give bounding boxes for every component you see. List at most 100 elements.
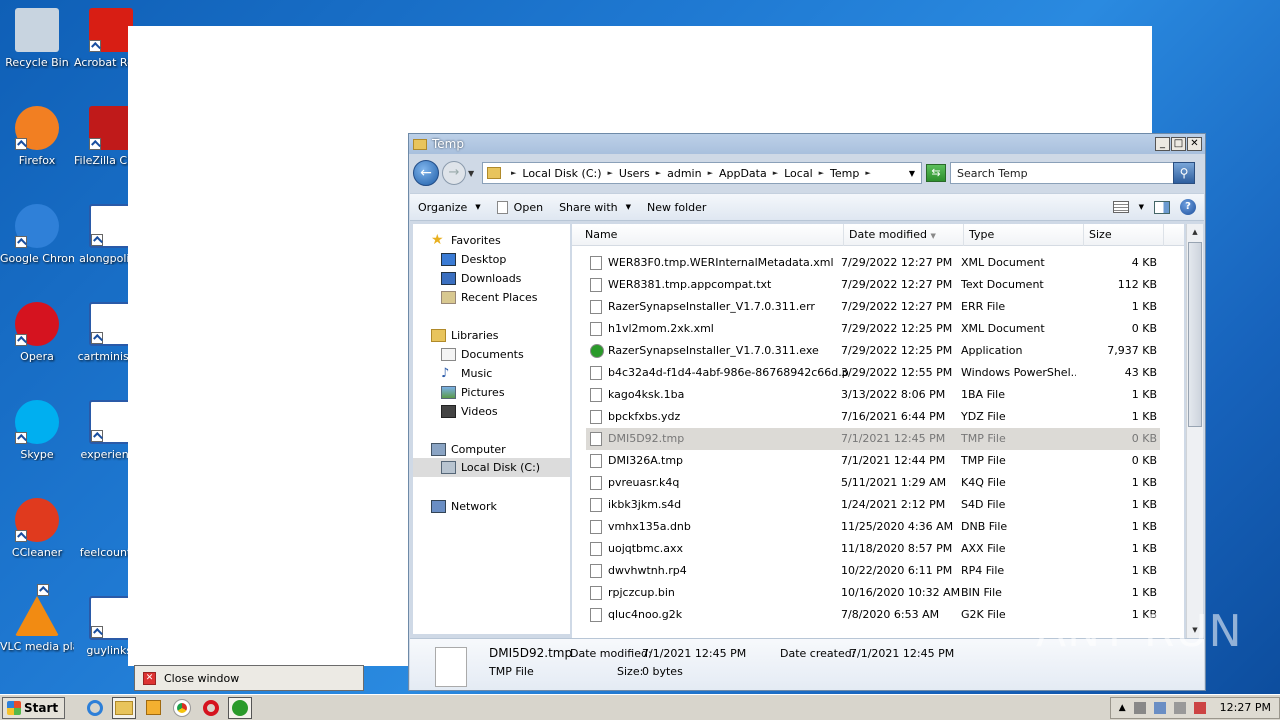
nav-music[interactable]: ♪ Music — [441, 367, 492, 380]
vertical-scrollbar[interactable]: ▲ ▼ — [1186, 224, 1203, 638]
breadcrumb-separator[interactable]: ► — [608, 169, 613, 177]
scroll-up-arrow[interactable]: ▲ — [1187, 224, 1203, 240]
nav-favorites[interactable]: ★ Favorites — [431, 233, 501, 247]
close-window-button[interactable]: ✕ Close window — [134, 665, 364, 691]
organize-button[interactable]: Organize ▼ — [410, 194, 489, 220]
nav-libraries[interactable]: Libraries — [431, 329, 499, 342]
file-row[interactable]: WER8381.tmp.appcompat.txt 7/29/2022 12:27… — [586, 274, 1160, 296]
chrome-taskbar-icon[interactable] — [170, 697, 194, 719]
security-tray-icon[interactable] — [1193, 701, 1206, 714]
scrollbar-thumb[interactable] — [1188, 242, 1202, 427]
file-size: 1 KB — [1131, 300, 1157, 313]
file-row[interactable]: RazerSynapseInstaller_V1.7.0.311.err 7/29… — [586, 296, 1160, 318]
file-name: RazerSynapseInstaller_V1.7.0.311.exe — [608, 344, 819, 357]
file-row[interactable]: h1vl2mom.2xk.xml 7/29/2022 12:25 PM XML Do… — [586, 318, 1160, 340]
forward-button[interactable]: → — [442, 161, 466, 185]
media-player-taskbar-icon[interactable] — [141, 697, 165, 719]
file-icon — [590, 278, 602, 292]
network-tray-icon[interactable] — [1153, 701, 1166, 714]
breadcrumb-separator[interactable]: ► — [773, 169, 778, 177]
breadcrumb-separator[interactable]: ► — [819, 169, 824, 177]
file-row[interactable]: kago4ksk.1ba 3/13/2022 8:06 PM 1BA File 1 K… — [586, 384, 1160, 406]
column-size[interactable]: Size — [1084, 224, 1164, 246]
nav-videos[interactable]: Videos — [441, 405, 498, 418]
breadcrumb-item[interactable]: Local — [784, 167, 813, 180]
breadcrumb-item[interactable]: admin — [667, 167, 701, 180]
file-row[interactable]: dwvhwtnh.rp4 10/22/2020 6:11 PM RP4 File 1 … — [586, 560, 1160, 582]
shortcut-arrow-icon — [89, 138, 101, 150]
search-icon[interactable]: ⚲ — [1173, 162, 1195, 184]
breadcrumb-separator[interactable]: ► — [865, 169, 870, 177]
column-name[interactable]: Name — [580, 224, 844, 246]
search-input[interactable]: Search Temp ⚲ — [950, 162, 1195, 184]
breadcrumb-item[interactable]: Users — [619, 167, 650, 180]
back-button[interactable]: ← — [413, 160, 439, 186]
desktop-icon-4[interactable]: Google Chrome — [0, 204, 74, 265]
file-name: b4c32a4d-f1d4-4abf-986e-86768942c66d.ps1 — [608, 366, 848, 379]
file-row[interactable]: WER83F0.tmp.WERInternalMetadata.xml 7/29/… — [586, 252, 1160, 274]
nav-downloads[interactable]: Downloads — [441, 272, 521, 285]
share-with-button[interactable]: Share with ▼ — [551, 194, 639, 220]
address-dropdown[interactable]: ▼ — [909, 169, 915, 178]
file-row[interactable]: bpckfxbs.ydz 7/16/2021 6:44 PM YDZ File 1 K… — [586, 406, 1160, 428]
breadcrumb-item[interactable]: Local Disk (C:) — [522, 167, 601, 180]
file-row[interactable]: rpjczcup.bin 10/16/2020 10:32 AM BIN File 1… — [586, 582, 1160, 604]
nav-pictures[interactable]: Pictures — [441, 386, 505, 399]
desktop-icon-label: Google Chrome — [0, 252, 74, 265]
view-options-icon[interactable] — [1112, 201, 1129, 213]
file-row[interactable]: vmhx135a.dnb 11/25/2020 4:36 AM DNB File 1 … — [586, 516, 1160, 538]
desktop-icon-12[interactable]: VLC media player — [0, 584, 74, 653]
explorer-taskbar-icon[interactable] — [112, 696, 137, 719]
file-name: pvreuasr.k4q — [608, 476, 680, 489]
internet-explorer-taskbar-icon[interactable] — [83, 697, 107, 719]
recent-pages-dropdown[interactable]: ▼ — [468, 169, 478, 178]
view-dropdown[interactable]: ▼ — [1139, 203, 1144, 211]
breadcrumb-item[interactable]: Temp — [830, 167, 859, 180]
tray-flag-icon[interactable] — [1133, 701, 1146, 714]
help-icon[interactable]: ? — [1180, 199, 1196, 215]
nav-network[interactable]: Network — [431, 500, 497, 513]
shortcut-arrow-icon — [91, 234, 103, 246]
start-button[interactable]: Start — [2, 696, 66, 719]
desktop-icon-6[interactable]: Opera — [0, 302, 74, 363]
minimize-button[interactable]: _ — [1155, 137, 1170, 151]
maximize-button[interactable]: □ — [1171, 137, 1186, 151]
file-row[interactable]: RazerSynapseInstaller_V1.7.0.311.exe 7/29… — [586, 340, 1160, 362]
nav-desktop[interactable]: Desktop — [441, 253, 506, 266]
breadcrumb-separator[interactable]: ► — [656, 169, 661, 177]
nav-documents[interactable]: Documents — [441, 348, 524, 361]
file-row[interactable]: uojqtbmc.axx 11/18/2020 8:57 PM AXX File 1 … — [586, 538, 1160, 560]
breadcrumb-separator[interactable]: ► — [511, 169, 516, 177]
nav-local-disk[interactable]: Local Disk (C:) — [413, 458, 570, 477]
razer-installer-taskbar-icon[interactable] — [228, 696, 253, 719]
file-row[interactable]: b4c32a4d-f1d4-4abf-986e-86768942c66d.ps1… — [586, 362, 1160, 384]
file-size: 1 KB — [1131, 520, 1157, 533]
refresh-button[interactable]: ⇆ — [926, 164, 946, 182]
open-button[interactable]: Open — [489, 194, 551, 220]
new-folder-button[interactable]: New folder — [639, 194, 714, 220]
clock[interactable]: 12:27 PM — [1220, 701, 1271, 714]
volume-icon[interactable] — [1173, 701, 1186, 714]
desktop-icon-10[interactable]: CCleaner — [0, 498, 74, 559]
file-row[interactable]: DMI5D92.tmp 7/1/2021 12:45 PM TMP File 0 KB — [586, 428, 1160, 450]
desktop-icon-0[interactable]: Recycle Bin — [0, 8, 74, 69]
file-row[interactable]: pvreuasr.k4q 5/11/2021 1:29 AM K4Q File 1 K… — [586, 472, 1160, 494]
preview-pane-icon[interactable] — [1154, 200, 1170, 214]
title-bar[interactable]: Temp _ □ ✕ — [409, 134, 1205, 154]
desktop-icon-8[interactable]: Skype — [0, 400, 74, 461]
nav-computer[interactable]: Computer — [431, 443, 506, 456]
file-row[interactable]: DMI326A.tmp 7/1/2021 12:44 PM TMP File 0 KB — [586, 450, 1160, 472]
file-row[interactable]: ikbk3jkm.s4d 1/24/2021 2:12 PM S4D File 1 K… — [586, 494, 1160, 516]
downloads-icon — [441, 272, 456, 285]
nav-recent-places[interactable]: Recent Places — [441, 291, 538, 304]
address-bar[interactable]: ► Local Disk (C:) ► Users ► admin ► AppData ► Loc… — [482, 162, 922, 184]
breadcrumb-separator[interactable]: ► — [708, 169, 713, 177]
column-type[interactable]: Type — [964, 224, 1084, 246]
chrome-icon — [15, 204, 59, 248]
column-date-modified[interactable]: Date modified ▼ — [844, 224, 964, 246]
show-hidden-icons-arrow[interactable]: ▲ — [1119, 703, 1126, 713]
desktop-icon-2[interactable]: Firefox — [0, 106, 74, 167]
opera-taskbar-icon[interactable] — [199, 697, 223, 719]
close-button[interactable]: ✕ — [1187, 137, 1202, 151]
breadcrumb-item[interactable]: AppData — [719, 167, 767, 180]
